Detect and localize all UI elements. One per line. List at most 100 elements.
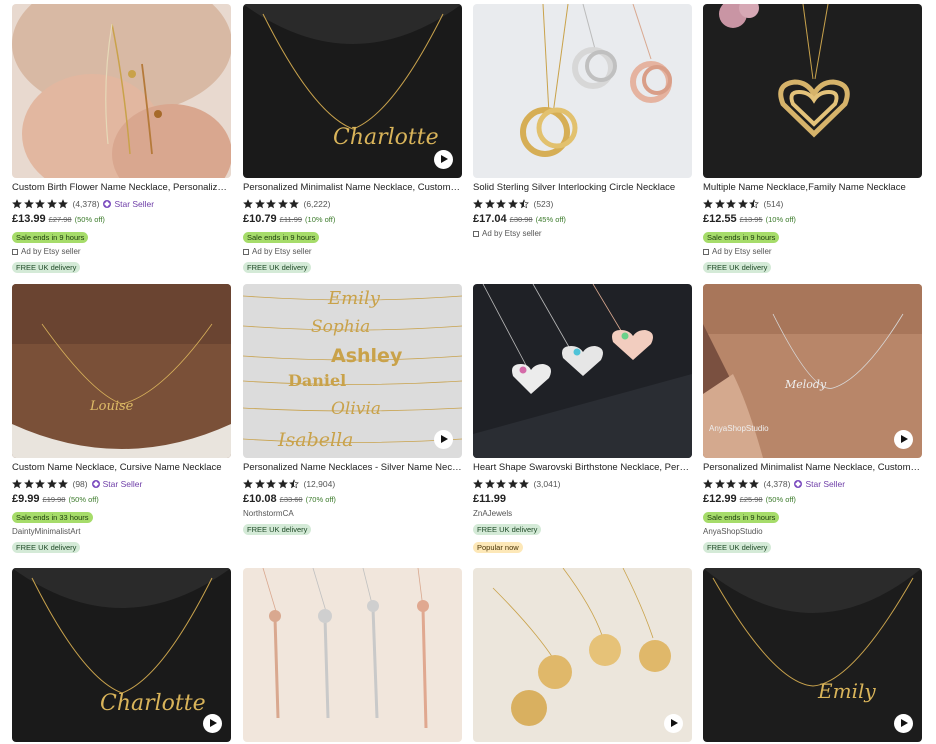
shop-name[interactable]: NorthstormCA <box>243 508 462 519</box>
star-icon <box>496 478 506 489</box>
star-icon <box>254 478 265 489</box>
listing-thumbnail[interactable]: Emily Sophia Ashley Daniel Olivia Isabel… <box>243 284 462 458</box>
free-delivery-badge: FREE UK delivery <box>703 262 772 273</box>
star-icon <box>58 198 68 209</box>
rating-row: (6,222) <box>243 197 462 210</box>
listing-card[interactable] <box>473 568 692 742</box>
listing-title[interactable]: Custom Birth Flower Name Necklace, Perso… <box>12 182 231 194</box>
listing-card[interactable] <box>243 568 462 742</box>
listing-title[interactable]: Personalized Name Necklaces - Silver Nam… <box>243 462 462 474</box>
star-icon <box>703 478 713 489</box>
emily-necklace-photo: Emily <box>703 568 922 742</box>
play-video-icon[interactable] <box>894 714 913 733</box>
play-video-icon[interactable] <box>434 150 453 169</box>
shop-name[interactable]: DaintyMinimalistArt <box>12 526 231 537</box>
star-icon <box>243 478 253 489</box>
listing-thumbnail[interactable]: Charlotte <box>243 4 462 178</box>
star-icon <box>289 478 299 489</box>
star-rating <box>243 478 301 489</box>
listing-card[interactable]: Charlotte Personalized Minimalist Name N… <box>243 4 462 275</box>
svg-text:Emily: Emily <box>817 679 876 703</box>
shop-name[interactable]: ZnAJewels <box>473 508 692 519</box>
free-delivery-badge: FREE UK delivery <box>243 524 312 535</box>
star-icon <box>714 478 725 489</box>
ad-icon <box>473 230 479 237</box>
charlotte-necklace-photo: Charlotte <box>243 4 462 178</box>
rating-row: (4,378) Star Seller <box>12 197 231 210</box>
listing-thumbnail[interactable] <box>473 568 692 742</box>
free-delivery-badge: FREE UK delivery <box>473 524 542 535</box>
listing-title[interactable]: Multiple Name Necklace,Family Name Neckl… <box>703 182 922 194</box>
shop-name[interactable]: AnyaShopStudio <box>703 526 922 537</box>
play-video-icon[interactable] <box>203 714 222 733</box>
name-styles-photo: Emily Sophia Ashley Daniel Olivia Isabel… <box>243 284 462 458</box>
star-rating <box>473 478 531 489</box>
star-icon <box>519 478 529 489</box>
listing-thumbnail[interactable] <box>703 4 922 178</box>
listing-card[interactable]: Charlotte <box>12 568 231 742</box>
star-seller-icon <box>103 199 112 208</box>
listing-title[interactable]: Personalized Minimalist Name Necklace, C… <box>703 462 922 474</box>
listing-thumbnail[interactable]: Emily <box>703 568 922 742</box>
free-delivery-badge: FREE UK delivery <box>243 262 312 273</box>
star-icon <box>23 198 34 209</box>
flower-bar-necklaces-photo <box>243 568 462 742</box>
price-row: £12.99 £25.98 (50% off) <box>703 493 922 507</box>
sale-badge: Sale ends in 33 hours <box>12 512 93 523</box>
listing-card[interactable]: Louise Custom Name Necklace, Cursive Nam… <box>12 284 231 555</box>
listing-card[interactable]: Melody AnyaShopStudio Personalized Minim… <box>703 284 922 555</box>
listing-title[interactable]: Heart Shape Swarovski Birthstone Necklac… <box>473 462 692 474</box>
star-icon <box>749 198 759 209</box>
listing-card[interactable]: Multiple Name Necklace,Family Name Neckl… <box>703 4 922 275</box>
listing-card[interactable]: Heart Shape Swarovski Birthstone Necklac… <box>473 284 692 555</box>
listing-thumbnail[interactable]: Louise <box>12 284 231 458</box>
star-icon <box>473 478 483 489</box>
listing-title[interactable]: Solid Sterling Silver Interlocking Circl… <box>473 182 692 194</box>
rating-row: (514) <box>703 197 922 210</box>
listing-thumbnail[interactable]: Charlotte <box>12 568 231 742</box>
star-seller-label: Star Seller <box>114 198 155 209</box>
listing-card[interactable]: Emily Sophia Ashley Daniel Olivia Isabel… <box>243 284 462 537</box>
star-icon <box>243 198 253 209</box>
star-rating <box>473 198 531 209</box>
svg-text:Ashley: Ashley <box>331 345 403 367</box>
listing-title[interactable]: Personalized Minimalist Name Necklace, C… <box>243 182 462 194</box>
heart-name-necklace-photo <box>703 4 922 178</box>
listing-thumbnail[interactable] <box>473 4 692 178</box>
price-row: £10.79 £11.99 (10% off) <box>243 213 462 227</box>
listing-card[interactable]: Solid Sterling Silver Interlocking Circl… <box>473 4 692 239</box>
star-seller-icon <box>91 479 100 488</box>
original-price: £25.98 <box>739 495 763 504</box>
play-video-icon[interactable] <box>664 714 683 733</box>
listing-title[interactable]: Custom Name Necklace, Cursive Name Neckl… <box>12 462 231 474</box>
original-price: £13.95 <box>739 215 763 224</box>
free-delivery-badge: FREE UK delivery <box>12 262 81 273</box>
listing-card[interactable]: Custom Birth Flower Name Necklace, Perso… <box>12 4 231 275</box>
play-video-icon[interactable] <box>434 430 453 449</box>
star-icon <box>703 198 713 209</box>
listing-thumbnail[interactable] <box>243 568 462 742</box>
star-icon <box>726 198 736 209</box>
star-icon <box>737 198 748 209</box>
listing-thumbnail[interactable] <box>12 4 231 178</box>
ad-label: Ad by Etsy seller <box>473 228 692 239</box>
review-count: (4,378) <box>72 198 100 209</box>
listing-card[interactable]: Emily <box>703 568 922 742</box>
star-rating <box>12 198 70 209</box>
popular-now-badge: Popular now <box>473 542 523 553</box>
price-row: £17.04 £30.98 (45% off) <box>473 213 692 227</box>
current-price: £10.08 <box>243 493 277 505</box>
play-video-icon[interactable] <box>894 430 913 449</box>
listing-thumbnail[interactable] <box>473 284 692 458</box>
listing-thumbnail[interactable]: Melody AnyaShopStudio <box>703 284 922 458</box>
svg-text:Isabella: Isabella <box>277 429 353 451</box>
star-icon <box>46 478 57 489</box>
star-rating <box>243 198 301 209</box>
star-seller-label: Star Seller <box>102 478 143 489</box>
discount-label: (70% off) <box>305 495 336 504</box>
ad-label-text: Ad by Etsy seller <box>21 247 81 256</box>
star-rating <box>703 478 761 489</box>
rating-row: (3,041) <box>473 477 692 490</box>
review-count: (12,904) <box>303 478 336 489</box>
ad-label: Ad by Etsy seller <box>243 246 462 257</box>
